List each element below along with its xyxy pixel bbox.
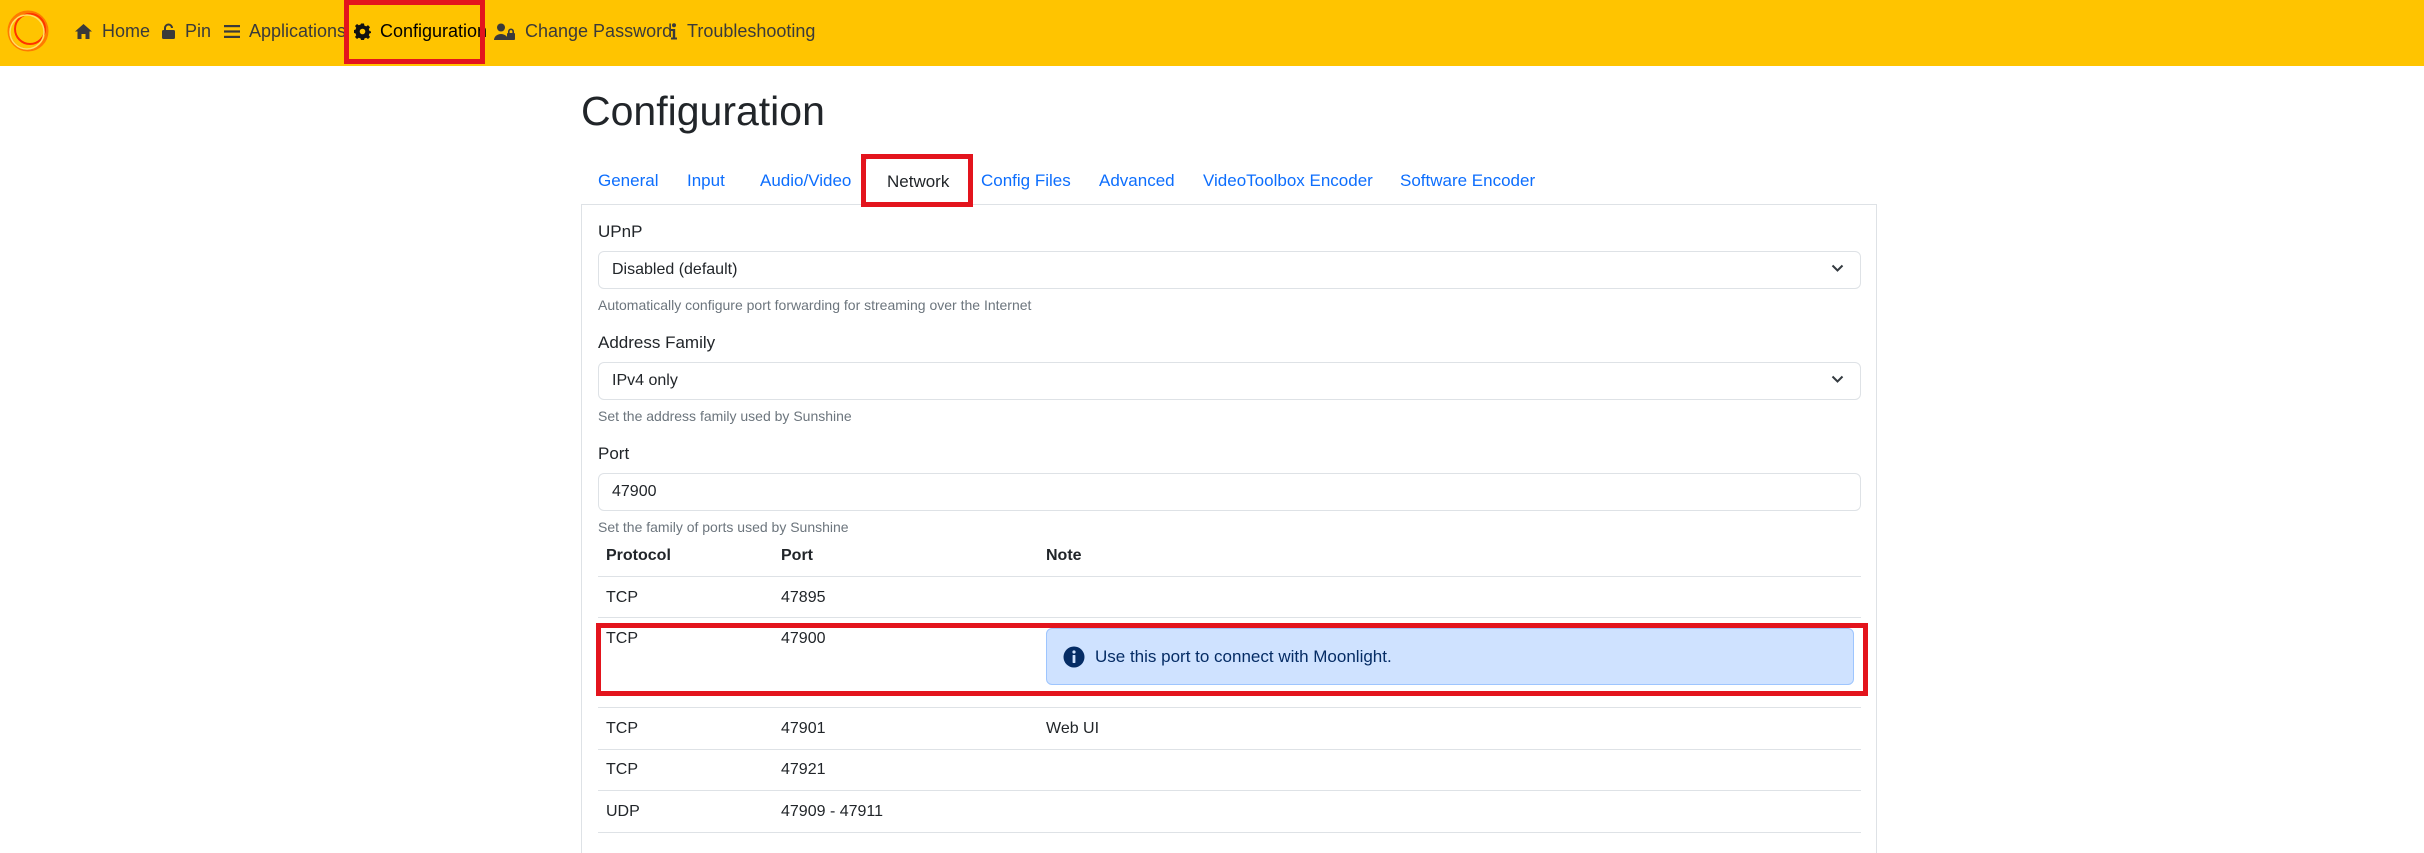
port-help: Set the family of ports used by Sunshine [598, 519, 849, 535]
table-divider [598, 749, 1861, 750]
table-row-4-port: 47921 [781, 761, 826, 778]
home-icon [75, 23, 92, 39]
nav-change-password[interactable]: Change Password [494, 0, 672, 62]
lock-icon [162, 23, 175, 39]
info-circle-icon [1063, 646, 1085, 667]
table-row-3-protocol: TCP [606, 720, 638, 737]
upnp-help: Automatically configure port forwarding … [598, 297, 1032, 313]
nav-configuration[interactable]: Configuration [354, 0, 487, 62]
nav-pin[interactable]: Pin [161, 0, 211, 62]
port-input-value: 47900 [612, 483, 657, 500]
upnp-select[interactable]: Disabled (default) [598, 251, 1861, 289]
page-title: Configuration [581, 88, 825, 134]
sunshine-logo-icon[interactable] [6, 8, 50, 54]
table-divider [598, 832, 1861, 833]
table-row-2-port: 47900 [781, 630, 826, 647]
upnp-label: UPnP [598, 222, 643, 241]
table-divider [598, 617, 1861, 618]
table-row-4-protocol: TCP [606, 761, 638, 778]
nav-troubleshooting-label: Troubleshooting [687, 20, 816, 41]
nav-applications[interactable]: Applications [224, 0, 346, 62]
port-input[interactable]: 47900 [598, 473, 1861, 511]
nav-home-label: Home [102, 20, 151, 41]
info-icon [671, 22, 677, 39]
tab-videotoolbox-encoder[interactable]: VideoToolbox Encoder [1203, 171, 1373, 191]
list-icon [224, 24, 240, 38]
upnp-select-value: Disabled (default) [612, 261, 738, 278]
chevron-down-icon [1831, 375, 1844, 383]
table-row-1-port: 47895 [781, 589, 826, 606]
nav-applications-label: Applications [249, 20, 347, 41]
table-divider [598, 790, 1861, 791]
address-family-label: Address Family [598, 333, 716, 352]
address-family-help: Set the address family used by Sunshine [598, 408, 852, 424]
table-header-note: Note [1046, 547, 1082, 564]
chevron-down-icon [1831, 264, 1844, 272]
moonlight-info-alert: Use this port to connect with Moonlight. [1046, 628, 1854, 685]
nav-pin-label: Pin [185, 20, 212, 41]
config-tabs: General Input Audio/Video Network Config… [581, 157, 1877, 206]
address-family-select-value: IPv4 only [612, 372, 678, 389]
port-label: Port [598, 444, 630, 463]
table-row-3-port: 47901 [781, 720, 826, 737]
nav-home[interactable]: Home [74, 0, 150, 62]
tab-advanced[interactable]: Advanced [1099, 171, 1175, 191]
tab-general[interactable]: General [598, 171, 658, 191]
nav-configuration-label: Configuration [380, 20, 488, 41]
top-navbar: Home Pin Applications Configuration Chan… [0, 0, 2424, 66]
table-row-2-protocol: TCP [606, 630, 638, 647]
tab-network[interactable]: Network [865, 157, 972, 206]
table-divider [598, 576, 1861, 577]
address-family-select[interactable]: IPv4 only [598, 362, 1861, 400]
tab-config-files[interactable]: Config Files [981, 171, 1071, 191]
moonlight-info-text: Use this port to connect with Moonlight. [1095, 646, 1392, 666]
table-row-1-protocol: TCP [606, 589, 638, 606]
table-header-protocol: Protocol [606, 547, 671, 564]
nav-troubleshooting[interactable]: Troubleshooting [670, 0, 815, 62]
nav-change-password-label: Change Password [525, 20, 673, 41]
tab-input[interactable]: Input [687, 171, 725, 191]
user-lock-icon [494, 23, 515, 40]
table-row-5-port: 47909 - 47911 [781, 803, 884, 820]
table-header-port: Port [781, 547, 813, 564]
table-row-5-protocol: UDP [606, 803, 640, 820]
tab-audio-video[interactable]: Audio/Video [760, 171, 851, 191]
table-row-3-note: Web UI [1046, 720, 1100, 737]
tab-software-encoder[interactable]: Software Encoder [1400, 171, 1535, 191]
table-divider [598, 707, 1861, 708]
gear-icon [354, 23, 371, 40]
